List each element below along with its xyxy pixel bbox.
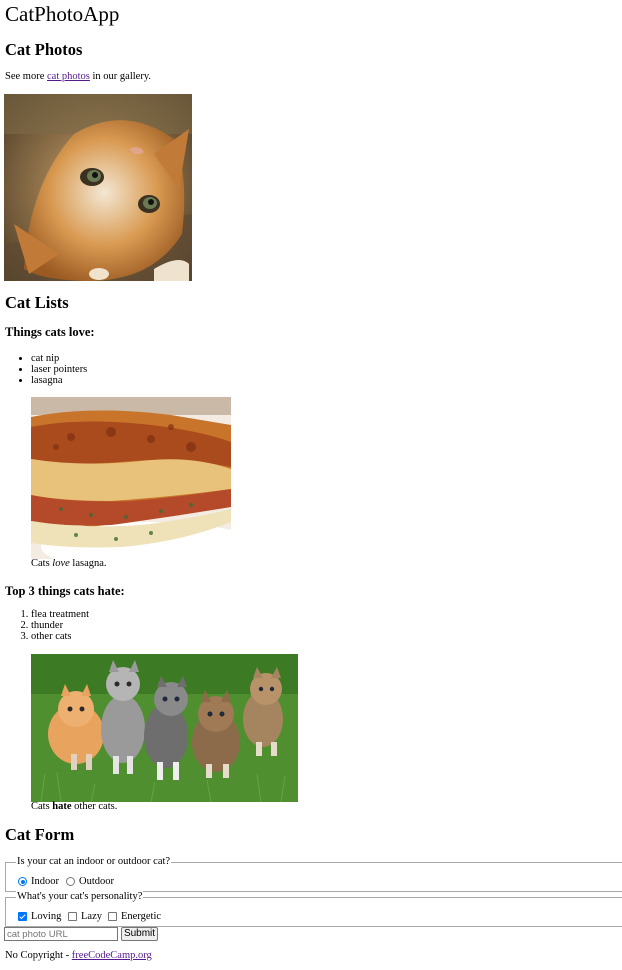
- indoor-outdoor-legend: Is your cat an indoor or outdoor cat?: [16, 856, 172, 868]
- lazy-label: Lazy: [81, 911, 102, 922]
- list-item: thunder: [31, 620, 89, 631]
- personality-fieldset: What's your cat's personality? Loving La…: [5, 891, 622, 927]
- relaxing-cat-illustration: [4, 94, 192, 281]
- gallery-intro-after: in our gallery.: [89, 71, 152, 82]
- cat-lists-heading: Cat Lists: [5, 293, 69, 312]
- lasagna-caption-emphasis: love: [52, 558, 70, 569]
- submit-button[interactable]: Submit: [121, 927, 158, 941]
- indoor-option[interactable]: Indoor: [18, 875, 59, 888]
- love-list: cat nip laser pointers lasagna: [13, 353, 87, 386]
- kittens-caption-after: other cats.: [71, 801, 118, 812]
- outdoor-option[interactable]: Outdoor: [66, 875, 114, 888]
- lasagna-caption: Cats love lasagna.: [31, 558, 107, 570]
- footer: No Copyright - freeCodeCamp.org: [5, 950, 152, 962]
- list-item: cat nip: [31, 353, 87, 364]
- lasagna-illustration: [31, 397, 231, 559]
- loving-option[interactable]: Loving: [18, 910, 61, 923]
- loving-label: Loving: [31, 911, 62, 922]
- lazy-checkbox[interactable]: [68, 912, 77, 921]
- energetic-label: Energetic: [121, 911, 162, 922]
- lasagna-image: [31, 397, 231, 559]
- energetic-option[interactable]: Energetic: [108, 910, 161, 923]
- indoor-radio[interactable]: [18, 877, 27, 886]
- personality-legend: What's your cat's personality?: [16, 891, 144, 903]
- kittens-caption-before: Cats: [31, 801, 53, 812]
- kittens-image: [31, 654, 298, 802]
- lasagna-caption-before: Cats: [31, 558, 53, 569]
- list-item: other cats: [31, 631, 89, 642]
- things-cats-love-heading: Things cats love:: [5, 325, 95, 339]
- energetic-checkbox[interactable]: [108, 912, 117, 921]
- hate-list: flea treatment thunder other cats: [13, 609, 89, 642]
- kittens-caption: Cats hate other cats.: [31, 801, 117, 813]
- gallery-intro: See more cat photos in our gallery.: [5, 71, 151, 83]
- kittens-caption-strong: hate: [52, 801, 72, 812]
- cat-photo-url-input[interactable]: [4, 927, 118, 941]
- relaxing-cat-image[interactable]: [4, 94, 192, 281]
- list-item: lasagna: [31, 375, 87, 386]
- freecodecamp-link[interactable]: freeCodeCamp.org: [72, 950, 152, 961]
- footer-text: No Copyright -: [5, 950, 72, 961]
- indoor-label: Indoor: [31, 876, 59, 887]
- indoor-outdoor-fieldset: Is your cat an indoor or outdoor cat? In…: [5, 856, 622, 892]
- loving-checkbox[interactable]: [18, 912, 27, 921]
- cat-photos-link[interactable]: cat photos: [47, 71, 90, 82]
- list-item: laser pointers: [31, 364, 87, 375]
- list-item: flea treatment: [31, 609, 89, 620]
- cat-form-heading: Cat Form: [5, 825, 75, 844]
- things-cats-hate-heading: Top 3 things cats hate:: [5, 584, 125, 598]
- kittens-illustration: [31, 654, 298, 802]
- page-title: CatPhotoApp: [5, 2, 120, 26]
- gallery-intro-before: See more: [5, 71, 47, 82]
- lazy-option[interactable]: Lazy: [68, 910, 102, 923]
- outdoor-radio[interactable]: [66, 877, 75, 886]
- cat-photos-heading: Cat Photos: [5, 40, 83, 59]
- outdoor-label: Outdoor: [79, 876, 114, 887]
- lasagna-caption-after: lasagna.: [69, 558, 107, 569]
